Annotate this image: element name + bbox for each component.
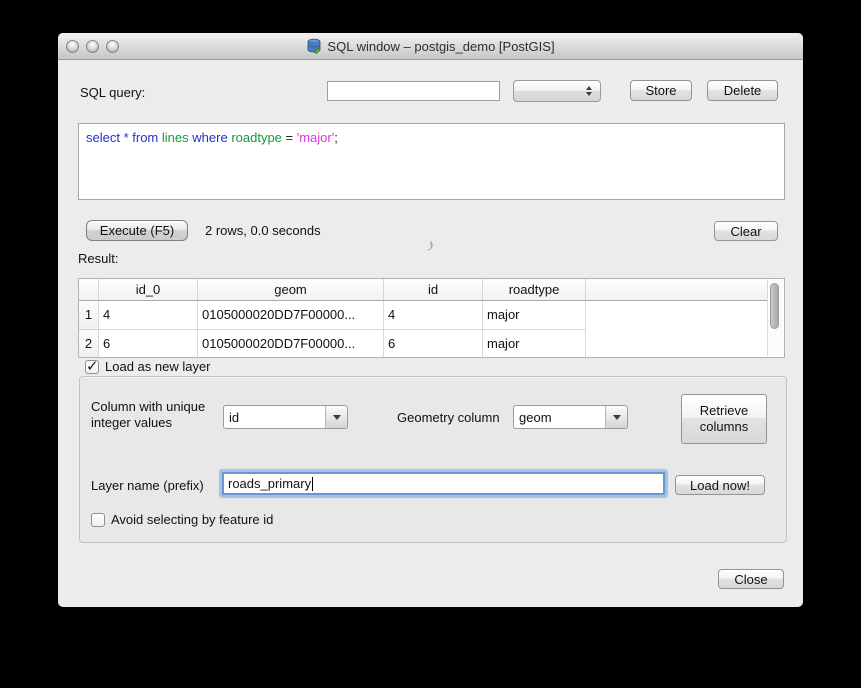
unique-column-dropdown-icon	[325, 406, 347, 428]
column-header-filler	[586, 279, 772, 300]
stepper-arrows-icon	[586, 86, 592, 96]
column-header-roadtype[interactable]: roadtype	[483, 279, 586, 300]
text-caret	[312, 477, 313, 491]
load-as-new-layer-label: Load as new layer	[105, 359, 211, 374]
table-cell-filler	[586, 300, 772, 329]
geometry-column-combobox[interactable]: geom	[513, 405, 628, 429]
load-as-new-layer-row: Load as new layer	[85, 359, 211, 374]
result-label: Result:	[78, 251, 118, 266]
row-number[interactable]: 1	[79, 300, 99, 329]
load-as-new-layer-checkbox[interactable]	[85, 360, 99, 374]
layer-name-label: Layer name (prefix)	[91, 478, 204, 493]
load-now-button[interactable]: Load now!	[675, 475, 765, 495]
traffic-lights	[66, 33, 119, 59]
zoom-window-button[interactable]	[106, 40, 119, 53]
avoid-feature-id-label: Avoid selecting by feature id	[111, 512, 273, 527]
retrieve-columns-button[interactable]: Retrieve columns	[681, 394, 767, 444]
layer-name-value: roads_primary	[228, 476, 311, 491]
result-table-wrap: id_0geomidroadtype 140105000020DD7F00000…	[78, 278, 785, 358]
table-cell[interactable]: 4	[384, 300, 483, 329]
sql-window: SQL window – postgis_demo [PostGIS] SQL …	[58, 33, 803, 607]
table-cell[interactable]: 4	[99, 300, 198, 329]
column-header-id_0[interactable]: id_0	[99, 279, 198, 300]
window-title: SQL window – postgis_demo [PostGIS]	[327, 39, 554, 54]
result-table[interactable]: id_0geomidroadtype 140105000020DD7F00000…	[79, 279, 771, 358]
unique-column-label-line1: Column with unique	[91, 399, 205, 414]
avoid-feature-id-checkbox[interactable]	[91, 513, 105, 527]
table-vertical-scrollbar[interactable]	[767, 280, 783, 356]
table-cell[interactable]: major	[483, 329, 586, 358]
sql-query-label: SQL query:	[80, 85, 145, 100]
load-options-groupbox: Column with unique integer values id Geo…	[79, 376, 787, 543]
window-title-area: SQL window – postgis_demo [PostGIS]	[306, 38, 554, 54]
column-header-id[interactable]: id	[384, 279, 483, 300]
title-bar[interactable]: SQL window – postgis_demo [PostGIS]	[58, 33, 803, 60]
column-header-geom[interactable]: geom	[198, 279, 384, 300]
close-button[interactable]: Close	[718, 569, 784, 589]
minimize-window-button[interactable]	[86, 40, 99, 53]
row-number-header[interactable]	[79, 279, 99, 300]
unique-column-label-line2: integer values	[91, 415, 172, 430]
layer-name-input[interactable]: roads_primary	[222, 472, 665, 495]
retrieve-columns-label-line1: Retrieve	[700, 403, 748, 419]
delete-button[interactable]: Delete	[707, 80, 778, 101]
unique-column-combobox[interactable]: id	[223, 405, 348, 429]
mouse-cursor	[425, 241, 434, 251]
row-number[interactable]: 2	[79, 329, 99, 358]
table-cell[interactable]: 0105000020DD7F00000...	[198, 300, 384, 329]
table-row[interactable]: 260105000020DD7F00000...6major	[79, 329, 771, 358]
table-cell[interactable]: 0105000020DD7F00000...	[198, 329, 384, 358]
unique-column-value: id	[224, 406, 325, 428]
query-status-text: 2 rows, 0.0 seconds	[205, 223, 321, 238]
sql-editor[interactable]: select * from lines where roadtype = 'ma…	[78, 123, 785, 200]
database-icon	[306, 38, 322, 54]
query-name-input[interactable]	[327, 81, 500, 101]
result-table-body: 140105000020DD7F00000...4major2601050000…	[79, 300, 771, 358]
table-cell[interactable]: 6	[384, 329, 483, 358]
stored-query-select[interactable]	[513, 80, 601, 102]
retrieve-columns-label-line2: columns	[700, 419, 748, 435]
avoid-fid-row: Avoid selecting by feature id	[91, 512, 273, 527]
execute-button[interactable]: Execute (F5)	[86, 220, 188, 241]
table-cell[interactable]: 6	[99, 329, 198, 358]
table-cell-filler	[586, 329, 772, 358]
close-window-button[interactable]	[66, 40, 79, 53]
result-table-head-row: id_0geomidroadtype	[79, 279, 771, 300]
store-button[interactable]: Store	[630, 80, 692, 101]
scrollbar-thumb[interactable]	[770, 283, 779, 329]
geometry-column-value: geom	[514, 406, 605, 428]
clear-button[interactable]: Clear	[714, 221, 778, 241]
geometry-column-dropdown-icon	[605, 406, 627, 428]
table-row[interactable]: 140105000020DD7F00000...4major	[79, 300, 771, 329]
sql-editor-code: select * from lines where roadtype = 'ma…	[86, 130, 777, 145]
geometry-column-label: Geometry column	[397, 410, 500, 425]
table-cell[interactable]: major	[483, 300, 586, 329]
